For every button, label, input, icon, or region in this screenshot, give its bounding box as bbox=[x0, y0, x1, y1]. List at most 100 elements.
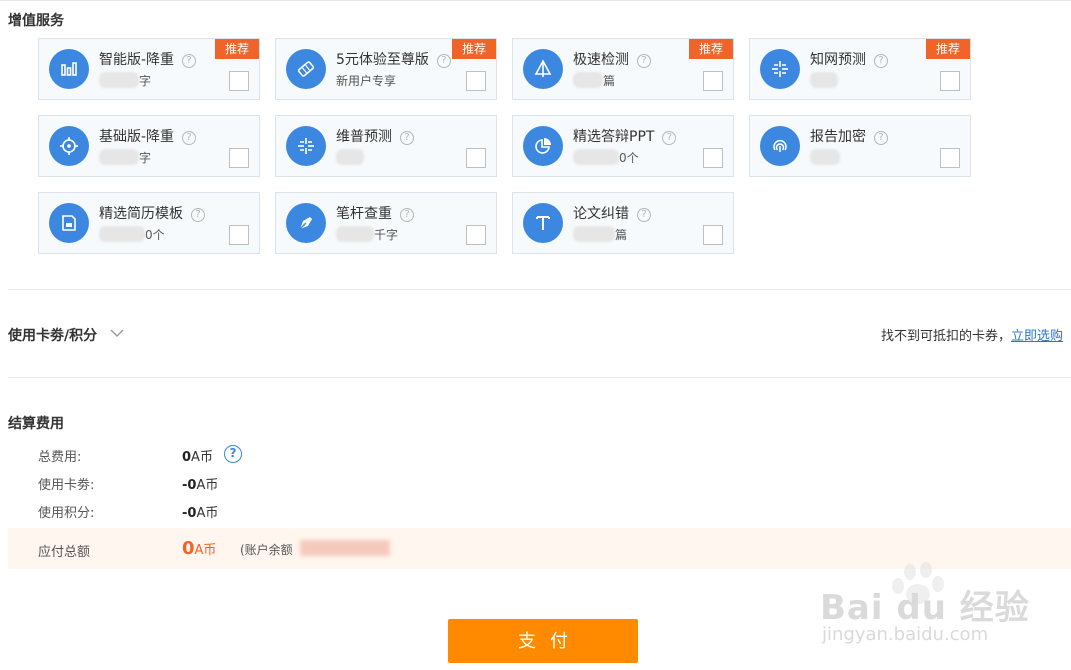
buy-now-link[interactable]: 立即选购 bbox=[1011, 329, 1063, 344]
service-card-fast-check[interactable]: 极速检测? 篇 推荐 bbox=[512, 38, 734, 100]
service-card-resume-template[interactable]: 精选简历模板? 0个 bbox=[38, 192, 260, 254]
help-icon[interactable]: ? bbox=[637, 208, 651, 222]
service-card-vip-predict[interactable]: 维普预测? bbox=[275, 115, 497, 177]
blurred-value bbox=[573, 226, 615, 242]
bar-chart-icon bbox=[49, 49, 89, 89]
service-checkbox[interactable] bbox=[703, 148, 723, 168]
service-checkbox[interactable] bbox=[466, 225, 486, 245]
fee-number: -0 bbox=[182, 478, 197, 493]
compass-grid-icon bbox=[286, 126, 326, 166]
fee-number: -0 bbox=[182, 506, 197, 521]
sail-icon bbox=[523, 49, 563, 89]
fee-unit: A币 bbox=[196, 478, 219, 493]
service-card-defense-ppt[interactable]: 精选答辩PPT? 0个 bbox=[512, 115, 734, 177]
coupon-section-title[interactable]: 使用卡劵/积分 bbox=[8, 325, 97, 345]
chevron-down-icon[interactable] bbox=[110, 328, 124, 338]
service-name: 极速检测 bbox=[573, 52, 629, 68]
fee-label-total: 总费用: bbox=[38, 450, 82, 465]
service-card-report-encrypt[interactable]: 报告加密? bbox=[749, 115, 971, 177]
service-card-bigan-check[interactable]: 笔杆查重? 千字 bbox=[275, 192, 497, 254]
service-card-basic-rewrite[interactable]: 基础版-降重? 字 bbox=[38, 115, 260, 177]
service-name: 维普预测 bbox=[336, 129, 392, 145]
fee-unit: A币 bbox=[191, 450, 213, 465]
service-checkbox[interactable] bbox=[940, 71, 960, 91]
ticket-icon bbox=[286, 49, 326, 89]
recommend-badge: 推荐 bbox=[215, 39, 259, 59]
text-t-icon bbox=[523, 203, 563, 243]
blurred-value bbox=[573, 149, 619, 165]
fee-label-points: 使用积分: bbox=[38, 506, 95, 521]
pen-nib-icon bbox=[286, 203, 326, 243]
help-icon[interactable]: ? bbox=[400, 131, 414, 145]
service-card-thesis-correction[interactable]: 论文纠错? 篇 bbox=[512, 192, 734, 254]
service-sub: 新用户专享 bbox=[336, 74, 397, 88]
service-checkbox[interactable] bbox=[229, 148, 249, 168]
pay-button[interactable]: 支付 bbox=[448, 619, 638, 663]
amount-due-value: 0A币 bbox=[182, 538, 216, 559]
coupon-note: 找不到可抵扣的卡券，立即选购 bbox=[881, 325, 1063, 344]
service-card-trial-premium[interactable]: 5元体验至尊版? 新用户专享 推荐 bbox=[275, 38, 497, 100]
fee-value-points: -0A币 bbox=[182, 502, 218, 521]
service-checkbox[interactable] bbox=[229, 71, 249, 91]
document-icon bbox=[49, 203, 89, 243]
service-checkbox[interactable] bbox=[466, 71, 486, 91]
help-icon[interactable]: ? bbox=[400, 208, 414, 222]
service-card-smart-rewrite[interactable]: 智能版-降重? 字 推荐 bbox=[38, 38, 260, 100]
help-icon[interactable]: ? bbox=[182, 54, 197, 68]
recommend-badge: 推荐 bbox=[926, 39, 970, 59]
help-icon[interactable]: ? bbox=[191, 208, 205, 222]
service-checkbox[interactable] bbox=[703, 71, 723, 91]
value-added-title: 增值服务 bbox=[8, 13, 64, 29]
service-name: 精选答辩PPT bbox=[573, 129, 655, 145]
service-name: 知网预测 bbox=[810, 52, 866, 68]
recommend-badge: 推荐 bbox=[689, 39, 733, 59]
coupon-note-text: 找不到可抵扣的卡券， bbox=[881, 329, 1012, 344]
service-checkbox[interactable] bbox=[940, 148, 960, 168]
help-icon[interactable]: ? bbox=[874, 54, 888, 68]
watermark-url: jingyan.baidu.com bbox=[822, 624, 989, 645]
service-sub: 0个 bbox=[619, 151, 639, 165]
fee-unit: A币 bbox=[196, 506, 219, 521]
service-name: 智能版-降重 bbox=[99, 52, 175, 68]
service-name: 基础版-降重 bbox=[99, 129, 175, 145]
fee-number: 0 bbox=[182, 450, 192, 465]
service-name: 报告加密 bbox=[810, 129, 866, 145]
service-checkbox[interactable] bbox=[466, 148, 486, 168]
fee-value-coupon: -0A币 bbox=[182, 474, 218, 493]
blurred-value bbox=[99, 149, 139, 165]
help-icon[interactable]: ? bbox=[662, 131, 677, 145]
watermark-text: Bai du 经验 bbox=[820, 588, 1030, 628]
amount-due-label: 应付总额 bbox=[38, 545, 91, 560]
help-icon[interactable]: ? bbox=[224, 445, 242, 463]
service-sub: 0个 bbox=[145, 228, 165, 242]
blurred-value bbox=[99, 226, 145, 242]
blurred-value bbox=[336, 149, 364, 165]
crosshair-icon bbox=[49, 126, 89, 166]
service-sub: 篇 bbox=[615, 228, 628, 242]
amount-due-unit: A币 bbox=[194, 543, 217, 558]
help-icon[interactable]: ? bbox=[436, 54, 451, 68]
settlement-title: 结算费用 bbox=[8, 416, 64, 432]
service-sub: 千字 bbox=[374, 228, 399, 242]
service-checkbox[interactable] bbox=[229, 225, 249, 245]
service-name: 笔杆查重 bbox=[336, 206, 392, 222]
blurred-value bbox=[810, 149, 840, 165]
service-sub: 字 bbox=[139, 74, 152, 88]
service-checkbox[interactable] bbox=[703, 225, 723, 245]
blurred-value bbox=[573, 72, 603, 88]
blurred-value bbox=[99, 72, 139, 88]
blurred-balance bbox=[300, 540, 390, 556]
help-icon[interactable]: ? bbox=[874, 131, 888, 145]
service-sub: 字 bbox=[139, 151, 152, 165]
help-icon[interactable]: ? bbox=[637, 54, 651, 68]
fee-label-coupon: 使用卡劵: bbox=[38, 478, 95, 493]
service-card-cnki-predict[interactable]: 知网预测? 推荐 bbox=[749, 38, 971, 100]
service-name: 5元体验至尊版 bbox=[336, 52, 429, 68]
blurred-value bbox=[810, 72, 838, 88]
service-name: 论文纠错 bbox=[573, 206, 629, 222]
compass-grid-icon bbox=[760, 49, 800, 89]
recommend-badge: 推荐 bbox=[452, 39, 496, 59]
service-name: 精选简历模板 bbox=[99, 206, 183, 222]
help-icon[interactable]: ? bbox=[182, 131, 197, 145]
amount-due-number: 0 bbox=[182, 538, 195, 559]
